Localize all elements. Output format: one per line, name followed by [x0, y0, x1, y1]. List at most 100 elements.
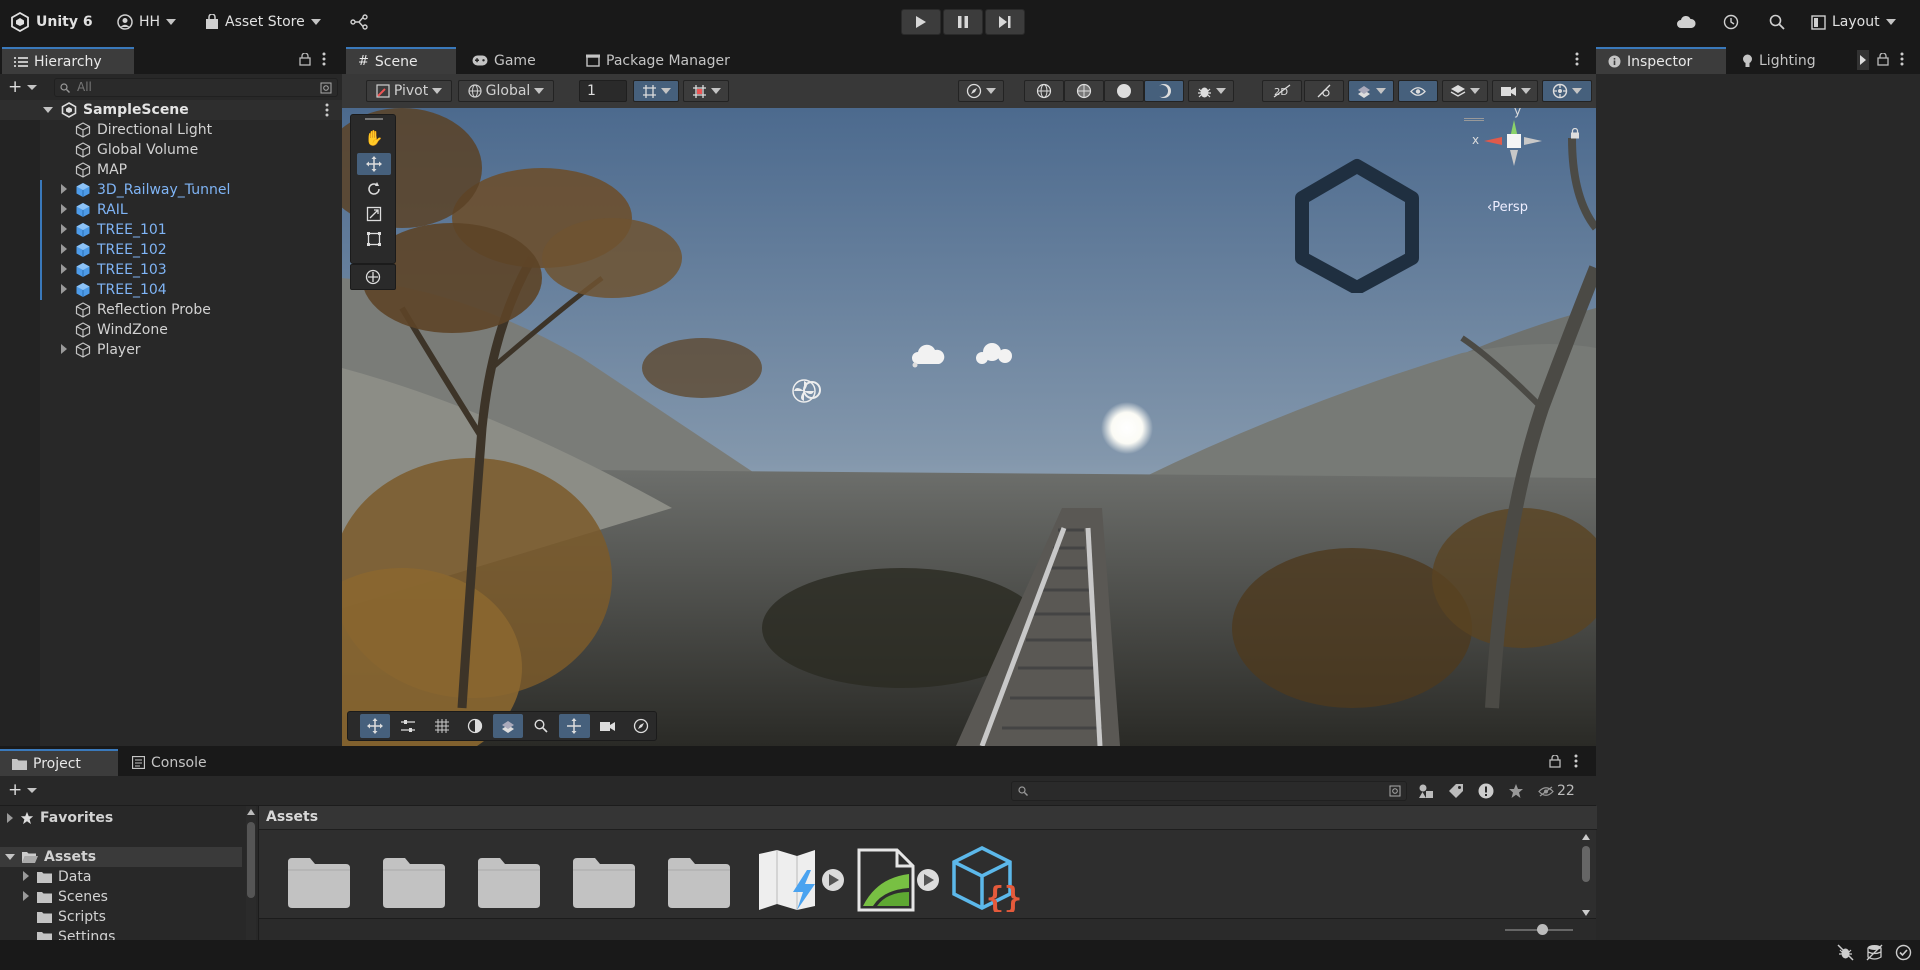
camera-overlay-button[interactable] — [593, 714, 623, 738]
search-filter-icon[interactable] — [320, 82, 332, 94]
scene-viewport[interactable]: ✋ y x ‹Persp — [342, 108, 1596, 746]
gizmo-lock-icon[interactable] — [1570, 128, 1580, 139]
expand-arrow-icon[interactable] — [23, 891, 29, 901]
hidden-packages-toggle[interactable]: 22 — [1538, 783, 1575, 799]
tab-console[interactable]: Console — [120, 749, 219, 776]
filter-by-type-icon[interactable] — [1418, 783, 1434, 799]
navigation-overlay-button[interactable] — [559, 714, 590, 738]
hierarchy-search-input[interactable]: All — [54, 78, 338, 97]
star-icon[interactable] — [1508, 783, 1524, 799]
hierarchy-item[interactable]: MAP — [0, 160, 342, 180]
hierarchy-item[interactable]: TREE_102 — [0, 240, 342, 260]
orientation-overlay-button[interactable] — [626, 714, 656, 738]
asset-scrollbar[interactable] — [1580, 832, 1592, 932]
orientation-dropdown[interactable] — [958, 80, 1004, 102]
asset-tree-item[interactable]: Scripts — [0, 907, 242, 927]
step-button[interactable] — [985, 9, 1025, 35]
expand-arrow-icon[interactable] — [23, 871, 29, 881]
tab-package-manager[interactable]: Package Manager — [574, 47, 742, 74]
folder-icon[interactable] — [573, 856, 635, 908]
perspective-label[interactable]: ‹Persp — [1487, 200, 1528, 215]
hierarchy-item[interactable]: RAIL — [0, 200, 342, 220]
history-button[interactable] — [1723, 11, 1739, 33]
expand-arrow-icon[interactable] — [61, 224, 67, 234]
scroll-up-icon[interactable] — [1582, 834, 1590, 840]
tab-hierarchy[interactable]: Hierarchy — [2, 47, 134, 74]
expand-arrow-icon[interactable] — [61, 264, 67, 274]
increment-snap-dropdown[interactable] — [683, 80, 729, 102]
folder-icon[interactable] — [288, 856, 350, 908]
hierarchy-item[interactable]: Reflection Probe — [0, 300, 342, 320]
lighting-settings-asset-icon[interactable] — [757, 848, 847, 912]
search-filter-icon[interactable] — [1389, 785, 1401, 797]
expand-arrow-icon[interactable] — [61, 184, 67, 194]
hierarchy-item[interactable]: Directional Light — [0, 120, 342, 140]
terrain-asset-icon[interactable] — [857, 848, 941, 912]
search-overlay-button[interactable] — [526, 714, 556, 738]
audio-toggle-button[interactable] — [1304, 80, 1344, 102]
pivot-dropdown[interactable]: Pivot — [366, 80, 452, 102]
tab-overflow-button[interactable] — [1857, 50, 1869, 70]
hierarchy-item[interactable]: 3D_Railway_Tunnel — [0, 180, 342, 200]
move-overlay-button[interactable] — [360, 714, 391, 738]
camera-dropdown[interactable] — [1492, 80, 1538, 102]
hierarchy-item[interactable]: TREE_101 — [0, 220, 342, 240]
expand-arrow-icon[interactable] — [61, 204, 67, 214]
expand-arrow-icon[interactable] — [61, 244, 67, 254]
hierarchy-item[interactable]: TREE_103 — [0, 260, 342, 280]
more-options-icon[interactable] — [1574, 754, 1578, 772]
hierarchy-item[interactable]: TREE_104 — [0, 280, 342, 300]
script-asset-icon[interactable]: {} — [952, 846, 1026, 912]
zoom-slider-thumb[interactable] — [1537, 924, 1549, 935]
more-options-icon[interactable] — [1900, 52, 1904, 70]
create-asset-button[interactable]: + — [8, 782, 38, 799]
folder-icon[interactable] — [668, 856, 730, 908]
gizmo-drag-handle[interactable] — [1464, 118, 1484, 121]
asset-tree-item[interactable]: Data — [0, 867, 242, 887]
shaded-draw-button[interactable] — [1104, 80, 1144, 102]
gizmos-dropdown[interactable] — [1542, 80, 1592, 102]
hierarchy-item[interactable]: Player — [0, 340, 342, 360]
scene-visibility-button[interactable] — [1398, 80, 1438, 102]
lighting-overlay-button[interactable] — [460, 714, 490, 738]
create-button[interactable]: + — [8, 79, 38, 96]
search-button[interactable] — [1769, 11, 1785, 33]
settings-overlay-button[interactable] — [393, 714, 423, 738]
scroll-up-icon[interactable] — [247, 809, 255, 815]
expand-arrow-icon[interactable] — [43, 107, 53, 113]
lock-icon[interactable] — [299, 52, 311, 70]
assets-root-row[interactable]: Assets — [0, 847, 242, 867]
wireframe-draw-button[interactable] — [1024, 80, 1064, 102]
hierarchy-item[interactable]: Global Volume — [0, 140, 342, 160]
hand-tool-button[interactable]: ✋ — [357, 127, 391, 149]
folder-icon[interactable] — [383, 856, 445, 908]
tab-lighting[interactable]: Lighting — [1730, 47, 1828, 74]
expand-arrow-icon[interactable] — [61, 344, 67, 354]
scroll-down-icon[interactable] — [1582, 910, 1590, 916]
lock-icon[interactable] — [1549, 754, 1561, 772]
global-dropdown[interactable]: Global — [458, 80, 554, 102]
version-control-button[interactable] — [350, 11, 368, 33]
project-search-input[interactable] — [1011, 781, 1407, 801]
rect-tool-button[interactable] — [357, 228, 391, 250]
cache-server-icon[interactable] — [1866, 944, 1883, 961]
hierarchy-item[interactable]: WindZone — [0, 320, 342, 340]
favorites-row[interactable]: Favorites — [0, 808, 240, 828]
warning-icon[interactable] — [1478, 783, 1494, 799]
asset-store-dropdown[interactable]: Asset Store — [205, 11, 321, 33]
tree-scrollbar[interactable] — [246, 806, 256, 959]
asset-scrollbar-thumb[interactable] — [1582, 846, 1590, 882]
unity-menu[interactable]: Unity 6 — [10, 11, 93, 33]
check-circle-icon[interactable] — [1895, 944, 1912, 961]
assets-breadcrumb[interactable]: Assets — [259, 806, 1597, 830]
grid-overlay-button[interactable] — [426, 714, 456, 738]
play-button[interactable] — [901, 9, 941, 35]
grid-size-input[interactable]: 1 — [579, 80, 627, 102]
lit-draw-button[interactable] — [1144, 80, 1184, 102]
folder-icon[interactable] — [478, 856, 540, 908]
shaded-wire-draw-button[interactable] — [1064, 80, 1104, 102]
tab-inspector[interactable]: Inspector — [1596, 47, 1726, 74]
more-options-icon[interactable] — [322, 52, 326, 70]
effects-dropdown[interactable] — [1348, 80, 1394, 102]
2d-toggle-button[interactable]: 2D — [1262, 80, 1302, 102]
